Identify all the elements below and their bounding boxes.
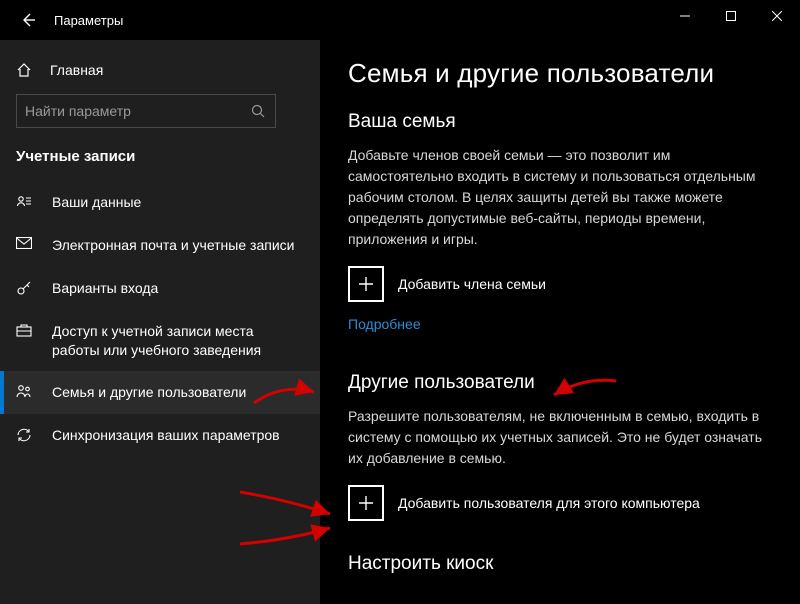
sidebar-item-label: Синхронизация ваших параметров xyxy=(52,426,280,445)
add-other-label: Добавить пользователя для этого компьюте… xyxy=(398,495,700,511)
minimize-button[interactable] xyxy=(662,0,708,32)
family-description: Добавьте членов своей семьи — это позвол… xyxy=(348,145,772,250)
sidebar-item-label: Электронная почта и учетные записи xyxy=(52,236,294,255)
section-heading: Учетные записи xyxy=(0,142,320,181)
add-family-member-button[interactable]: Добавить члена семьи xyxy=(348,266,772,302)
page-title: Семья и другие пользователи xyxy=(348,58,772,89)
people-icon xyxy=(16,384,36,398)
window-title: Параметры xyxy=(54,13,123,28)
add-other-user-button[interactable]: Добавить пользователя для этого компьюте… xyxy=(348,485,772,521)
sidebar-item-sync[interactable]: Синхронизация ваших параметров xyxy=(0,414,320,457)
learn-more-link[interactable]: Подробнее xyxy=(348,316,421,332)
family-heading: Ваша семья xyxy=(348,111,772,133)
plus-icon xyxy=(348,266,384,302)
sidebar-item-signin-options[interactable]: Варианты входа xyxy=(0,267,320,310)
home-nav[interactable]: Главная xyxy=(0,54,320,86)
other-users-description: Разрешите пользователям, не включенным в… xyxy=(348,406,772,469)
sidebar-item-work-access[interactable]: Доступ к учетной записи места работы или… xyxy=(0,310,320,372)
sidebar-item-email-accounts[interactable]: Электронная почта и учетные записи xyxy=(0,224,320,267)
add-family-label: Добавить члена семьи xyxy=(398,276,546,292)
sidebar: Главная Учетные записи xyxy=(0,40,320,604)
close-button[interactable] xyxy=(754,0,800,32)
briefcase-icon xyxy=(16,323,36,337)
sidebar-item-label: Семья и другие пользователи xyxy=(52,383,246,402)
maximize-button[interactable] xyxy=(708,0,754,32)
search-box[interactable] xyxy=(16,94,276,128)
key-icon xyxy=(16,280,36,296)
sidebar-item-label: Доступ к учетной записи места работы или… xyxy=(52,322,304,360)
sidebar-item-label: Ваши данные xyxy=(52,193,141,212)
sidebar-item-label: Варианты входа xyxy=(52,279,158,298)
kiosk-heading: Настроить киоск xyxy=(348,553,772,575)
home-icon xyxy=(16,62,36,78)
back-button[interactable] xyxy=(16,12,40,28)
sidebar-item-your-info[interactable]: Ваши данные xyxy=(0,181,320,224)
sidebar-item-family-users[interactable]: Семья и другие пользователи xyxy=(0,371,320,414)
plus-icon xyxy=(348,485,384,521)
person-card-icon xyxy=(16,194,36,208)
home-label: Главная xyxy=(50,62,103,78)
other-users-heading: Другие пользователи xyxy=(348,372,772,394)
sync-icon xyxy=(16,427,36,443)
search-input[interactable] xyxy=(25,103,249,119)
mail-icon xyxy=(16,237,36,249)
search-icon xyxy=(249,104,267,118)
main-pane: Семья и другие пользователи Ваша семья Д… xyxy=(320,40,800,604)
